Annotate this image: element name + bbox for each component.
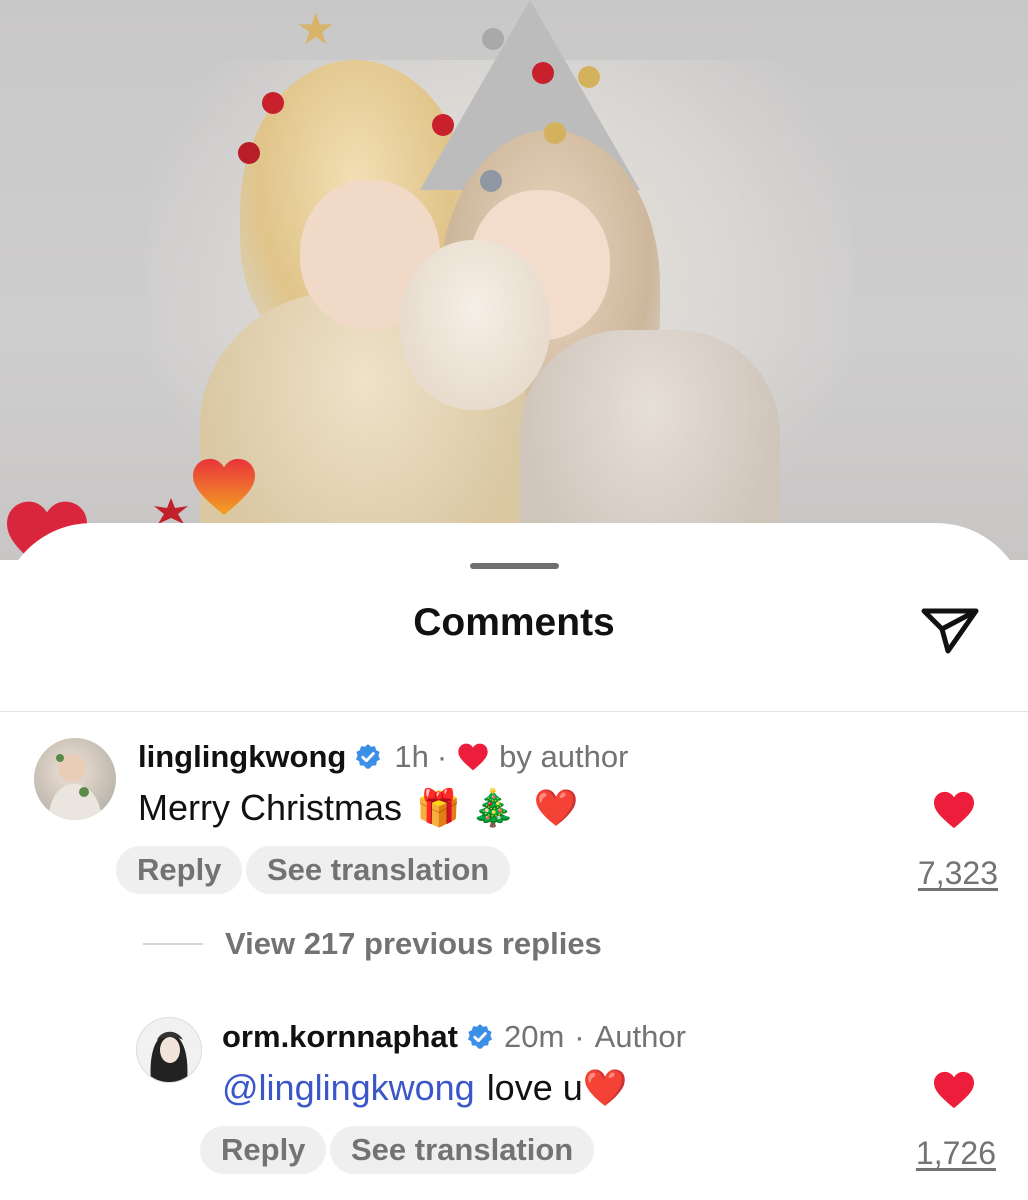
sheet-drag-handle[interactable]: [470, 563, 559, 569]
comment-text: Merry Christmas: [138, 787, 403, 828]
comments-sheet: Comments linglingkwong 1h · by author Me…: [0, 523, 1028, 1200]
red-heart-emoji: ❤️: [582, 1067, 628, 1108]
meta-separator: ·: [436, 739, 448, 774]
comment-time: 20m: [503, 1019, 565, 1054]
red-heart-emoji: ❤️: [533, 787, 579, 828]
floating-heart-icon: [193, 458, 255, 516]
avatar[interactable]: [136, 1017, 202, 1083]
comment-body: Merry Christmas 🎁 🎄 ❤️: [138, 787, 579, 829]
reply-button[interactable]: Reply: [116, 846, 243, 894]
like-heart-icon[interactable]: [932, 790, 976, 830]
see-translation-button[interactable]: See translation: [330, 1126, 595, 1174]
liked-by-author-heart-icon: [458, 743, 488, 771]
comment-username[interactable]: linglingkwong: [138, 739, 346, 775]
view-previous-replies-label: View 217 previous replies: [225, 926, 602, 961]
send-icon[interactable]: [918, 601, 982, 657]
avatar-photo: [150, 1031, 188, 1082]
avatar-photo: [48, 754, 102, 820]
like-count[interactable]: 7,323: [918, 855, 998, 892]
comment-meta: orm.kornnaphat 20m · Author: [222, 1019, 686, 1055]
ornament-icon: [432, 114, 454, 136]
christmas-tree-emoji: 🎄: [470, 787, 516, 828]
post-photo: ★: [0, 0, 1028, 560]
like-heart-icon[interactable]: [932, 1070, 976, 1110]
meta-separator: ·: [574, 1019, 585, 1054]
ornament-icon: [578, 66, 600, 88]
star-ornament-icon: ★: [296, 5, 336, 54]
comment-time: 1h: [394, 739, 429, 774]
ornament-icon: [262, 92, 284, 114]
reply-button[interactable]: Reply: [200, 1126, 327, 1174]
comment-meta: linglingkwong 1h · by author: [138, 739, 628, 775]
ornament-icon: [238, 142, 260, 164]
mention-link[interactable]: @linglingkwong: [222, 1067, 475, 1109]
verified-badge-icon: [356, 744, 381, 769]
liked-by-author-label: by author: [499, 739, 629, 774]
verified-badge-icon: [467, 1024, 493, 1049]
comment-text: love u: [486, 1067, 583, 1108]
author-badge: Author: [594, 1019, 686, 1054]
replies-line-divider: [143, 943, 203, 945]
comment-username[interactable]: orm.kornnaphat: [222, 1019, 458, 1055]
comment-body: @linglingkwong love u ❤️: [222, 1067, 628, 1109]
like-count[interactable]: 1,726: [916, 1135, 996, 1172]
see-translation-button[interactable]: See translation: [246, 846, 511, 894]
sheet-title: Comments: [413, 601, 615, 644]
ornament-icon: [532, 62, 554, 84]
header-divider: [0, 711, 1028, 712]
avatar[interactable]: [34, 738, 116, 820]
gift-emoji: 🎁: [416, 787, 461, 828]
photo-dog: [400, 240, 550, 410]
ornament-icon: [544, 122, 566, 144]
ornament-icon: [480, 170, 502, 192]
view-previous-replies-button[interactable]: View 217 previous replies: [143, 926, 602, 962]
ornament-icon: [482, 28, 504, 50]
holly-icon: [154, 498, 188, 524]
